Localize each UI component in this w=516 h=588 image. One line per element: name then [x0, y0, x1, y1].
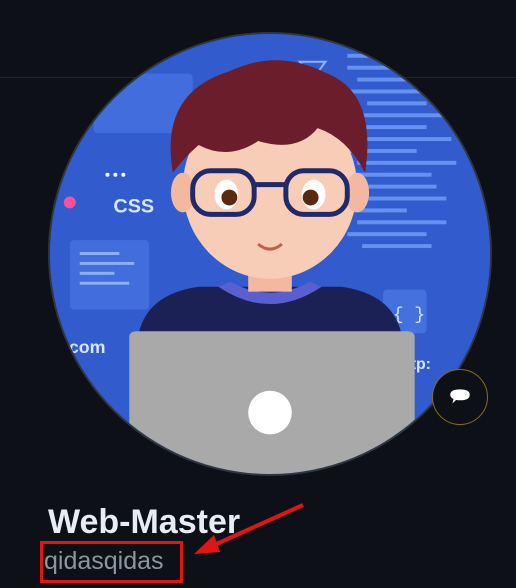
speech-bubble-icon: [450, 389, 470, 404]
set-status-button[interactable]: [432, 369, 488, 425]
laptop-logo-decoration: [248, 390, 292, 435]
annotation-highlight-box: [40, 541, 183, 583]
com-label: .com: [64, 337, 106, 357]
dot-decoration: [63, 196, 76, 209]
css-label: CSS: [113, 195, 154, 217]
profile-display-name: Web-Master: [48, 503, 241, 541]
profile-avatar[interactable]: CSS .com { } tp:: [48, 32, 492, 476]
